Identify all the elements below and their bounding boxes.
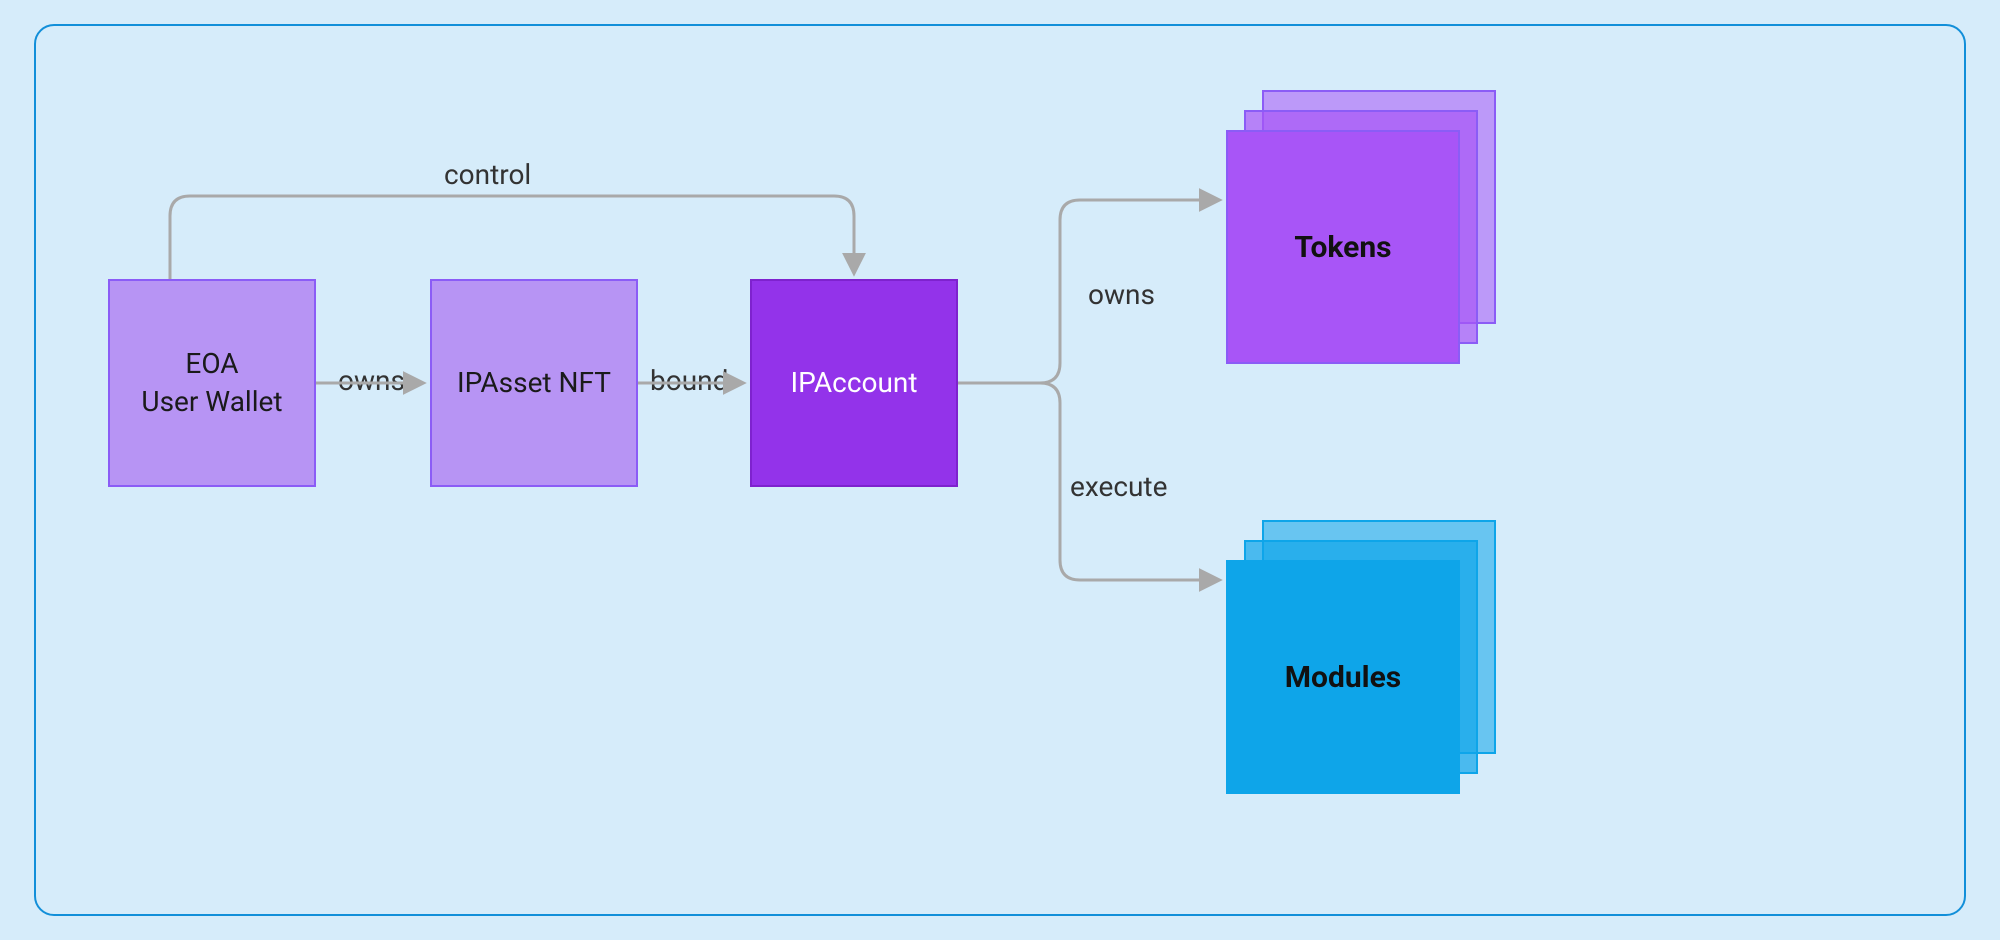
- edge-label-control: control: [444, 158, 531, 191]
- node-eoa-line2: User Wallet: [141, 383, 282, 421]
- node-tokens-label: Tokens: [1228, 230, 1458, 265]
- diagram-frame: [34, 24, 1966, 916]
- node-ipaccount: IPAccount: [750, 279, 958, 487]
- node-account-label: IPAccount: [791, 364, 918, 402]
- edge-label-owns1: owns: [338, 364, 405, 397]
- node-ipasset-nft: IPAsset NFT: [430, 279, 638, 487]
- edge-label-owns2: owns: [1088, 278, 1155, 311]
- node-eoa-line1: EOA: [141, 345, 282, 383]
- edge-label-execute: execute: [1070, 470, 1167, 503]
- node-modules-stack: Modules: [1226, 520, 1496, 794]
- edge-label-bound: bound: [650, 364, 728, 397]
- node-tokens-stack: Tokens: [1226, 90, 1496, 364]
- node-modules-label: Modules: [1228, 660, 1458, 695]
- node-eoa-wallet: EOA User Wallet: [108, 279, 316, 487]
- node-nft-label: IPAsset NFT: [457, 364, 611, 402]
